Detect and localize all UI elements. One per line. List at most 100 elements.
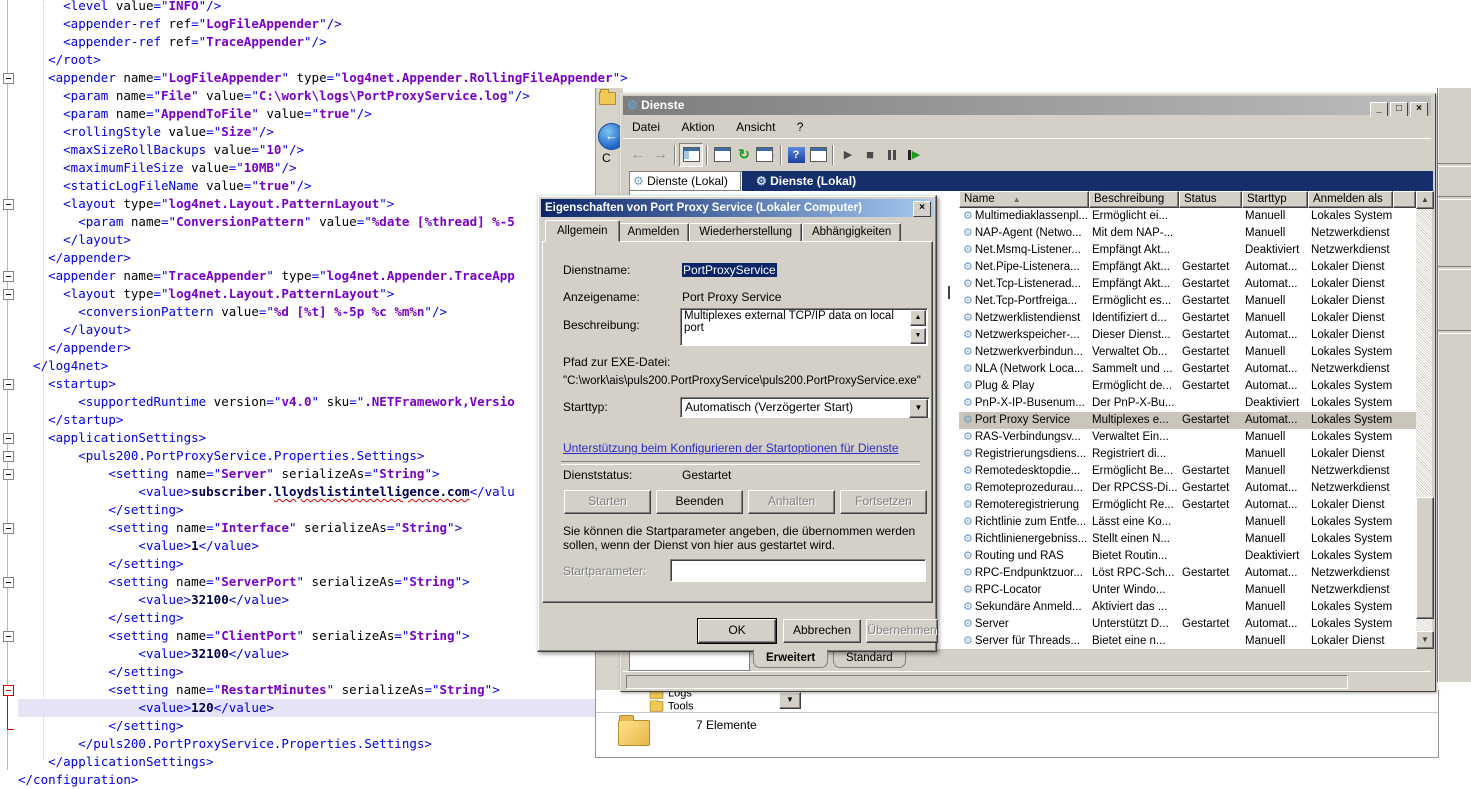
service-row[interactable]: ⚙Sekundäre Anmeld...Aktiviert das ...Man… [959,599,1416,616]
fold-collapse-icon[interactable] [3,199,14,210]
code-line[interactable]: <appender-ref ref="TraceAppender"/> [18,33,1471,51]
abbrechen-button[interactable]: Abbrechen [783,619,861,643]
service-gear-icon: ⚙ [963,278,973,290]
startparameter-input[interactable] [670,559,926,582]
fortsetzen-button[interactable]: Fortsetzen [840,490,927,514]
refresh-icon[interactable]: ↻ [733,144,755,166]
tab-anmelden[interactable]: Anmelden [618,223,690,242]
service-cell: Stellt einen N... [1089,531,1179,548]
code-line[interactable]: <value>120</value> [18,699,595,717]
fold-collapse-icon[interactable] [3,271,14,282]
service-row[interactable]: ⚙NAP-Agent (Netwo...Mit dem NAP-...Manue… [959,225,1416,242]
fold-collapse-icon[interactable] [3,469,14,480]
service-row[interactable]: ⚙NetzwerklistendienstIdentifiziert d...G… [959,310,1416,327]
menu-datei[interactable]: Datei [623,118,669,136]
menu-ansicht[interactable]: Ansicht [727,118,784,136]
service-row[interactable]: ⚙Multimediaklassenpl...Ermöglicht ei...M… [959,208,1416,225]
fold-collapse-icon[interactable] [3,451,14,462]
anhalten-button[interactable]: Anhalten [748,490,835,514]
starttyp-combobox[interactable]: Automatisch (Verzögerter Start) ▼ [680,397,930,418]
tab-erweitert[interactable]: Erweitert [753,649,828,668]
ok-button[interactable]: OK [698,619,776,643]
startoptions-help-link[interactable]: Unterstützung beim Konfigurieren der Sta… [563,441,899,455]
pane-splitter[interactable] [948,286,950,299]
fold-collapse-icon[interactable] [3,523,14,534]
service-row[interactable]: ⚙Plug & PlayErmöglicht de...GestartetAut… [959,378,1416,395]
column-header-beschreibung[interactable]: Beschreibung [1089,191,1179,208]
fold-collapse-icon[interactable] [3,433,14,444]
combo-dropdown-icon[interactable]: ▼ [909,399,928,418]
service-row[interactable]: ⚙Net.Pipe-Listenera...Empfängt Akt...Ges… [959,259,1416,276]
back-icon[interactable]: ← [627,144,649,166]
close-icon[interactable]: × [913,201,931,217]
service-row[interactable]: ⚙ServerUnterstützt D...GestartetAutomat.… [959,616,1416,633]
column-header-anmelden-als[interactable]: Anmelden als [1308,191,1393,208]
services-scrollbar[interactable]: ▲ ▼ [1416,191,1432,649]
scroll-down-icon[interactable]: ▼ [910,328,926,344]
export-list-icon[interactable]: → [755,144,777,166]
service-row[interactable]: ⚙RemoteregistrierungErmöglicht Re...Gest… [959,497,1416,514]
service-row[interactable]: ⚙Remoteprozedurau...Der RPCSS-Di...Gesta… [959,480,1416,497]
properties-icon[interactable] [711,144,733,166]
service-row[interactable]: ⚙Registrierungsdiens...Registriert di...… [959,446,1416,463]
service-row[interactable]: ⚙Net.Msmq-Listener...Empfängt Akt...Deak… [959,242,1416,259]
service-row[interactable]: ⚙Richtlinienergebniss...Stellt einen N..… [959,531,1416,548]
scroll-down-icon[interactable]: ▼ [1416,631,1434,649]
scrollbar-thumb[interactable] [1416,497,1434,619]
beschreibung-textbox[interactable]: Multiplexes external TCP/IP data on loca… [680,308,928,346]
fold-collapse-icon[interactable] [3,289,14,300]
uebernehmen-button[interactable]: Übernehmen [866,619,938,643]
service-row[interactable]: ⚙Net.Tcp-Portfreiga...Ermöglicht es...Ge… [959,293,1416,310]
code-line[interactable]: <level value="INFO"/> [18,0,1471,15]
service-row[interactable]: ⚙Netzwerkverbindun...Verwaltet Ob...Gest… [959,344,1416,361]
fold-collapse-icon[interactable] [3,379,14,390]
tab-abhaengigkeiten[interactable]: Abhängigkeiten [802,223,901,242]
menu-aktion[interactable]: Aktion [672,118,723,136]
start-service-icon[interactable]: ▶ [837,144,859,166]
service-cell: Unterstützt D... [1089,616,1179,633]
service-row[interactable]: ⚙Port Proxy ServiceMultiplexes e...Gesta… [959,412,1416,429]
fold-collapse-icon[interactable] [3,73,14,84]
tab-wiederherstellung[interactable]: Wiederherstellung [689,223,802,242]
code-line[interactable]: <appender name="LogFileAppender" type="l… [18,69,1471,87]
column-header-starttyp[interactable]: Starttyp [1242,191,1308,208]
service-row[interactable]: ⚙RAS-Verbindungsv...Verwaltet Ein...Manu… [959,429,1416,446]
service-cell: Lokaler Dienst [1308,276,1393,293]
column-header-name[interactable]: Name▲ [959,191,1089,208]
service-row[interactable]: ⚙Netzwerkspeicher-...Dieser Dienst...Ges… [959,327,1416,344]
fold-collapse-icon[interactable] [3,631,14,642]
tree-item-dienste-lokal[interactable]: ⚙ Dienste (Lokal) [629,171,741,191]
menu-help[interactable]: ? [788,118,813,136]
column-header-status[interactable]: Status [1179,191,1242,208]
forward-icon[interactable]: → [649,144,671,166]
help-icon[interactable]: ? [785,144,807,166]
service-row[interactable]: ⚙PnP-X-IP-Busenum...Der PnP-X-Bu...Deakt… [959,395,1416,412]
service-row[interactable]: ⚙Routing und RASBietet Routin...Deaktivi… [959,548,1416,565]
extended-view-icon[interactable]: ▶ [807,144,829,166]
service-row[interactable]: ⚙Server für Threads...Bietet eine n...Ma… [959,633,1416,649]
pause-service-icon[interactable] [881,144,903,166]
fold-collapse-icon[interactable] [3,577,14,588]
service-row[interactable]: ⚙NLA (Network Loca...Sammelt und ...Gest… [959,361,1416,378]
dialog-titlebar[interactable]: Eigenschaften von Port Proxy Service (Lo… [541,199,933,217]
service-row[interactable]: ⚙Remotedesktopdie...Ermöglicht Be...Gest… [959,463,1416,480]
scroll-up-icon[interactable]: ▲ [910,310,926,326]
dienstname-value[interactable]: PortProxyService [682,263,777,277]
service-row[interactable]: ⚙Richtlinie zum Entfe...Lässt eine Ko...… [959,514,1416,531]
restart-service-icon[interactable]: ▶ [903,144,925,166]
stop-service-icon[interactable]: ■ [859,144,881,166]
code-line[interactable]: <appender-ref ref="LogFileAppender"/> [18,15,1471,33]
starten-button[interactable]: Starten [564,490,651,514]
tab-allgemein[interactable]: Allgemein [545,220,620,242]
service-row[interactable]: ⚙RPC-LocatorUnter Windo...ManuellNetzwer… [959,582,1416,599]
services-titlebar[interactable]: ⚙ Dienste _□× [623,96,1431,115]
explorer-dropdown-button[interactable]: ▼ [779,692,801,709]
code-line[interactable]: </root> [18,51,1471,69]
fold-gutter[interactable] [0,0,18,787]
scroll-up-icon[interactable]: ▲ [1416,191,1434,209]
beenden-button[interactable]: Beenden [656,490,743,514]
service-row[interactable]: ⚙RPC-Endpunktzuor...Löst RPC-Sch...Gesta… [959,565,1416,582]
service-row[interactable]: ⚙Net.Tcp-Listenerad...Empfängt Akt...Ges… [959,276,1416,293]
show-console-tree-icon[interactable] [679,143,703,167]
code-line[interactable]: </configuration> [18,771,1471,789]
